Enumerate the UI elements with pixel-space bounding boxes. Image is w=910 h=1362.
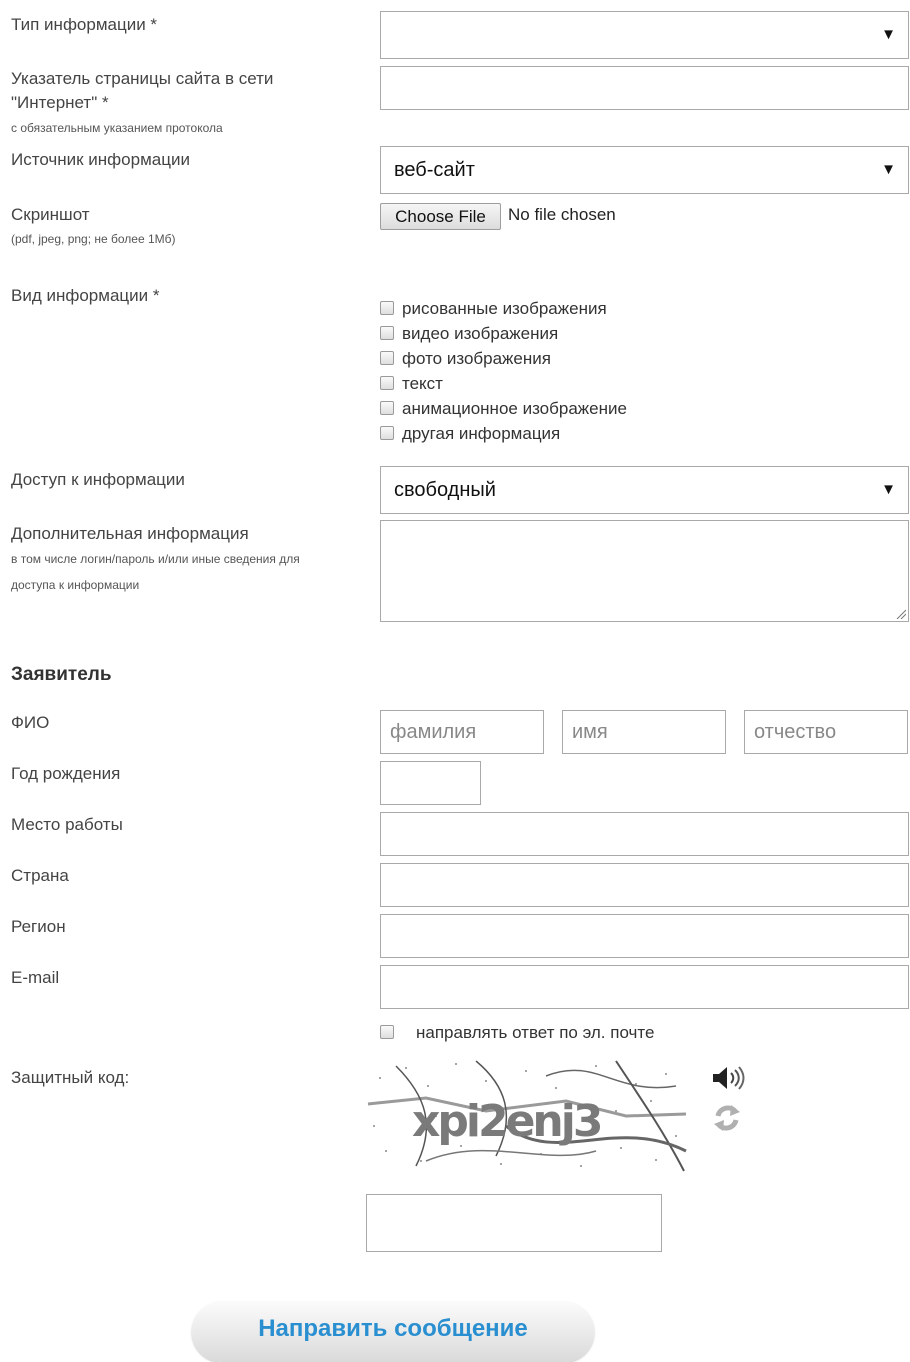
- source-label: Источник информации: [11, 150, 190, 169]
- resize-handle-icon[interactable]: [896, 609, 906, 619]
- captcha-input[interactable]: [366, 1194, 662, 1252]
- extra-label: Дополнительная информация в том числе ло…: [11, 522, 331, 598]
- access-label: Доступ к информации: [11, 470, 185, 489]
- checkbox[interactable]: [380, 376, 394, 390]
- email-reply-option[interactable]: направлять ответ по эл. почте: [380, 1022, 654, 1044]
- birth-year-label: Год рождения: [11, 764, 121, 783]
- info-type-select[interactable]: ▼: [380, 11, 909, 59]
- workplace-input[interactable]: [380, 812, 909, 856]
- name-input[interactable]: имя: [562, 710, 726, 754]
- access-select[interactable]: свободный ▼: [380, 466, 909, 514]
- country-label: Страна: [11, 866, 69, 885]
- info-kind-option[interactable]: другая информация: [380, 423, 560, 445]
- source-select[interactable]: веб-сайт ▼: [380, 146, 909, 194]
- speaker-icon[interactable]: [710, 1064, 746, 1092]
- fio-label: ФИО: [11, 713, 50, 732]
- birth-year-input[interactable]: [380, 761, 481, 805]
- screenshot-label: Скриншот (pdf, jpeg, png; не более 1Мб): [11, 203, 176, 251]
- screenshot-hint: (pdf, jpeg, png; не более 1Мб): [11, 232, 176, 246]
- extra-hint: в том числе логин/пароль и/или иные свед…: [11, 552, 300, 592]
- page-url-hint: с обязательным указанием протокола: [11, 121, 223, 135]
- info-kind-option[interactable]: фото изображения: [380, 348, 551, 370]
- access-value: свободный: [394, 479, 496, 501]
- info-kind-option[interactable]: рисованные изображения: [380, 298, 607, 320]
- submit-button[interactable]: Направить сообщение: [192, 1302, 594, 1362]
- captcha-text: xpi2enj3: [412, 1096, 601, 1147]
- file-status: No file chosen: [508, 205, 616, 224]
- choose-file-button[interactable]: Choose File: [380, 203, 501, 230]
- info-type-label: Тип информации *: [11, 15, 158, 34]
- email-input[interactable]: [380, 965, 909, 1009]
- email-label: E-mail: [11, 968, 60, 987]
- page-url-label: Указатель страницы сайта в сети "Интерне…: [11, 67, 341, 141]
- page-url-label-text: Указатель страницы сайта в сети "Интерне…: [11, 69, 274, 112]
- extra-label-text: Дополнительная информация: [11, 524, 249, 543]
- refresh-icon[interactable]: [710, 1102, 744, 1134]
- dropdown-arrow-icon: ▼: [881, 481, 896, 498]
- info-kind-option[interactable]: видео изображения: [380, 323, 558, 345]
- email-reply-checkbox[interactable]: [380, 1025, 394, 1039]
- page-url-input[interactable]: [380, 66, 909, 110]
- info-kind-label: Вид информации *: [11, 286, 160, 305]
- applicant-heading: Заявитель: [11, 664, 112, 685]
- region-label: Регион: [11, 917, 66, 936]
- surname-input[interactable]: фамилия: [380, 710, 544, 754]
- extra-textarea[interactable]: [380, 520, 909, 622]
- country-input[interactable]: [380, 863, 909, 907]
- checkbox[interactable]: [380, 301, 394, 315]
- checkbox[interactable]: [380, 326, 394, 340]
- captcha-image: xpi2enj3: [367, 1060, 687, 1172]
- info-kind-option[interactable]: текст: [380, 373, 443, 395]
- captcha-label: Защитный код:: [11, 1068, 130, 1087]
- workplace-label: Место работы: [11, 815, 123, 834]
- screenshot-label-text: Скриншот: [11, 205, 90, 224]
- dropdown-arrow-icon: ▼: [881, 161, 896, 178]
- checkbox[interactable]: [380, 401, 394, 415]
- region-input[interactable]: [380, 914, 909, 958]
- source-value: веб-сайт: [394, 159, 475, 181]
- patronymic-input[interactable]: отчество: [744, 710, 908, 754]
- dropdown-arrow-icon: ▼: [881, 26, 896, 43]
- checkbox[interactable]: [380, 426, 394, 440]
- info-kind-option[interactable]: анимационное изображение: [380, 398, 627, 420]
- checkbox[interactable]: [380, 351, 394, 365]
